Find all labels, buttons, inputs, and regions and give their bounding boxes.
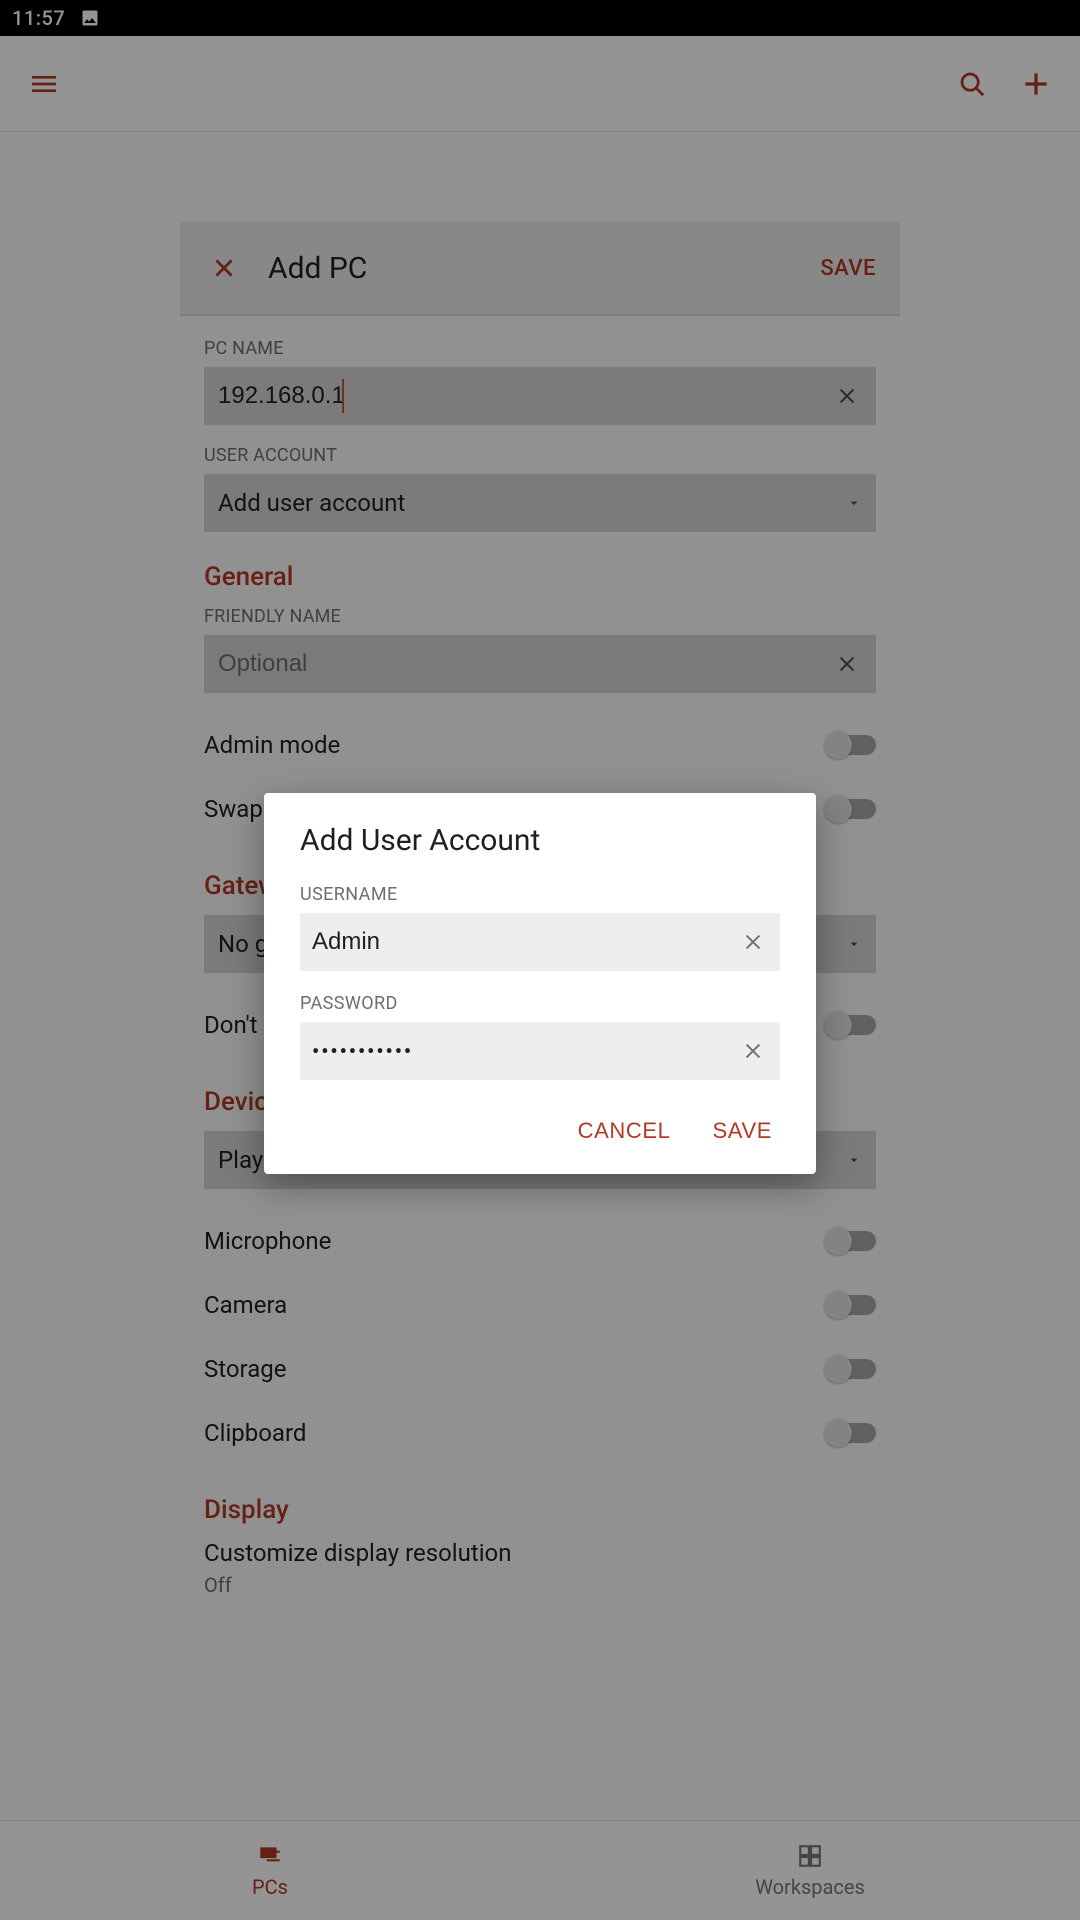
- password-input[interactable]: •••••••••••: [312, 1039, 738, 1063]
- username-input[interactable]: [312, 928, 738, 956]
- cancel-button[interactable]: CANCEL: [570, 1108, 679, 1154]
- password-input-wrap[interactable]: •••••••••••: [300, 1022, 780, 1080]
- dialog-save-button[interactable]: SAVE: [705, 1108, 780, 1154]
- password-label: PASSWORD: [300, 993, 780, 1014]
- clear-password-button[interactable]: [738, 1036, 768, 1066]
- x-icon: [742, 931, 764, 953]
- username-input-wrap[interactable]: [300, 913, 780, 971]
- add-user-account-dialog: Add User Account USERNAME PASSWORD •••••…: [264, 793, 816, 1174]
- dialog-actions: CANCEL SAVE: [300, 1108, 780, 1154]
- x-icon: [742, 1040, 764, 1062]
- clear-username-button[interactable]: [738, 927, 768, 957]
- dialog-title: Add User Account: [300, 823, 780, 858]
- username-label: USERNAME: [300, 884, 780, 905]
